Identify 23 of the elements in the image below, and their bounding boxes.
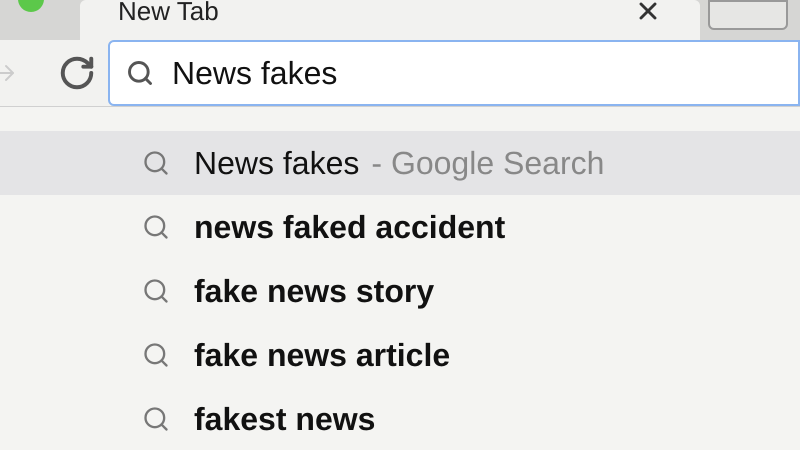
suggestion-text: news faked accident	[194, 208, 506, 247]
suggestion-item[interactable]: fakest news	[0, 387, 800, 450]
suggestion-item[interactable]: fake news article	[0, 323, 800, 387]
search-icon	[142, 213, 170, 241]
search-icon	[142, 341, 170, 369]
suggestion-item[interactable]: fake news story	[0, 259, 800, 323]
address-text: News fakes	[172, 54, 338, 93]
tab-title: New Tab	[118, 0, 219, 28]
search-icon	[142, 277, 170, 305]
new-tab-button[interactable]	[708, 0, 788, 30]
address-field[interactable]: News fakes	[108, 40, 800, 106]
suggestion-text: News fakes	[194, 144, 360, 183]
search-icon	[126, 59, 154, 87]
suggestion-item[interactable]: News fakes - Google Search	[0, 131, 800, 195]
search-icon	[142, 149, 170, 177]
suggestion-text: fake news story	[194, 272, 434, 311]
tab[interactable]: New Tab	[80, 0, 700, 40]
suggestion-item[interactable]: news faked accident	[0, 195, 800, 259]
suggestion-text: fakest news	[194, 400, 376, 439]
reload-icon[interactable]	[58, 54, 96, 92]
suggestion-hint: - Google Search	[371, 144, 604, 183]
suggestion-text: fake news article	[194, 336, 450, 375]
search-icon	[142, 405, 170, 433]
